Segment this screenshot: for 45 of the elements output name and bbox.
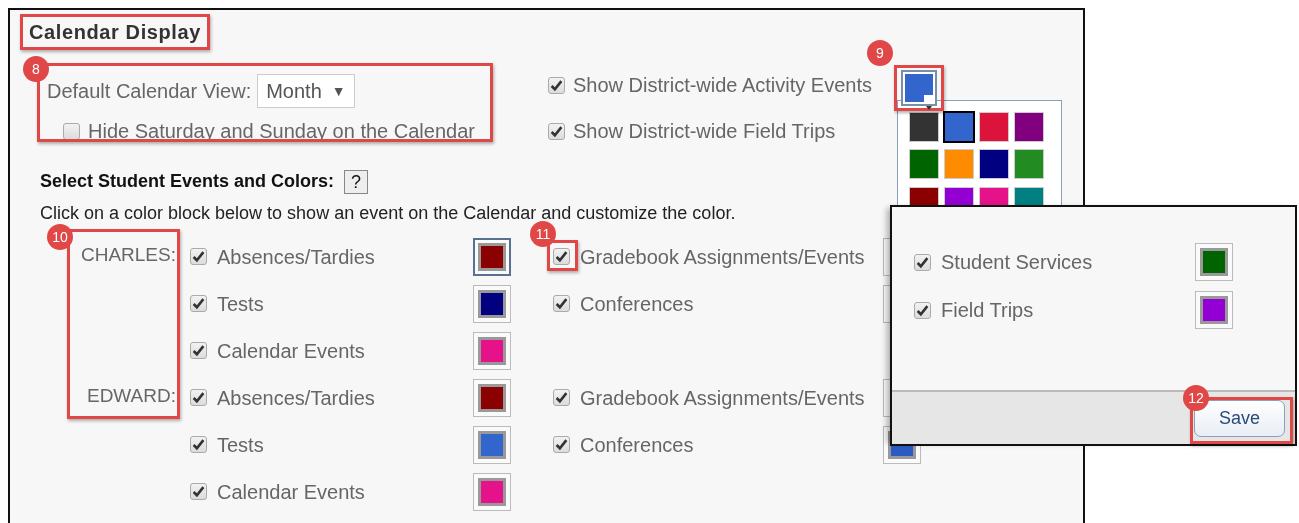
event-label: Absences/Tardies [217, 244, 375, 270]
checkbox-label: Hide Saturday and Sunday on the Calendar [88, 119, 475, 144]
checkbox[interactable] [553, 295, 570, 312]
checkbox[interactable] [190, 389, 207, 406]
event-label: Gradebook Assignments/Events [580, 244, 865, 270]
checkbox[interactable] [914, 301, 931, 319]
checkbox-label: Show District-wide Field Trips [573, 119, 836, 144]
section-heading: Select Student Events and Colors: [40, 170, 335, 193]
event-label: Conferences [580, 432, 694, 458]
checkbox-label: Student Services [941, 250, 1094, 275]
event-label: Absences/Tardies [217, 385, 375, 411]
event-label: Tests [217, 432, 264, 458]
checkbox[interactable] [553, 436, 570, 453]
checkbox[interactable] [914, 253, 931, 271]
event-label: Calendar Events [217, 338, 365, 364]
color-option[interactable] [910, 113, 938, 141]
checkbox[interactable] [548, 76, 565, 94]
color-option[interactable] [980, 150, 1008, 179]
checkbox[interactable] [190, 342, 207, 359]
checkbox[interactable] [548, 122, 565, 140]
checkbox[interactable] [553, 248, 570, 265]
color-option[interactable] [945, 150, 973, 179]
field-label: Default Calendar View: [47, 79, 252, 104]
section-title: Calendar Display [29, 20, 201, 44]
color-option[interactable] [945, 113, 973, 141]
color-option[interactable] [1015, 150, 1043, 179]
color-option[interactable] [1015, 113, 1043, 141]
event-label: Gradebook Assignments/Events [580, 385, 865, 411]
checkbox[interactable] [190, 248, 207, 265]
checkbox-label: Show District-wide Activity Events [573, 73, 872, 98]
view-select[interactable]: Month ▼ [257, 74, 355, 108]
checkbox[interactable] [190, 436, 207, 453]
checkbox[interactable] [190, 295, 207, 312]
color-option[interactable] [980, 113, 1008, 141]
color-option[interactable] [910, 150, 938, 179]
event-label: Calendar Events [217, 479, 365, 505]
checkbox[interactable] [190, 483, 207, 500]
help-button[interactable]: ? [344, 169, 369, 194]
checkbox[interactable] [63, 122, 80, 140]
checkbox[interactable] [553, 389, 570, 406]
student-name: CHARLES: [80, 243, 177, 267]
checkbox-label: Field Trips [941, 298, 1035, 323]
student-name: EDWARD: [86, 384, 177, 408]
event-label: Tests [217, 291, 264, 317]
event-label: Conferences [580, 291, 694, 317]
